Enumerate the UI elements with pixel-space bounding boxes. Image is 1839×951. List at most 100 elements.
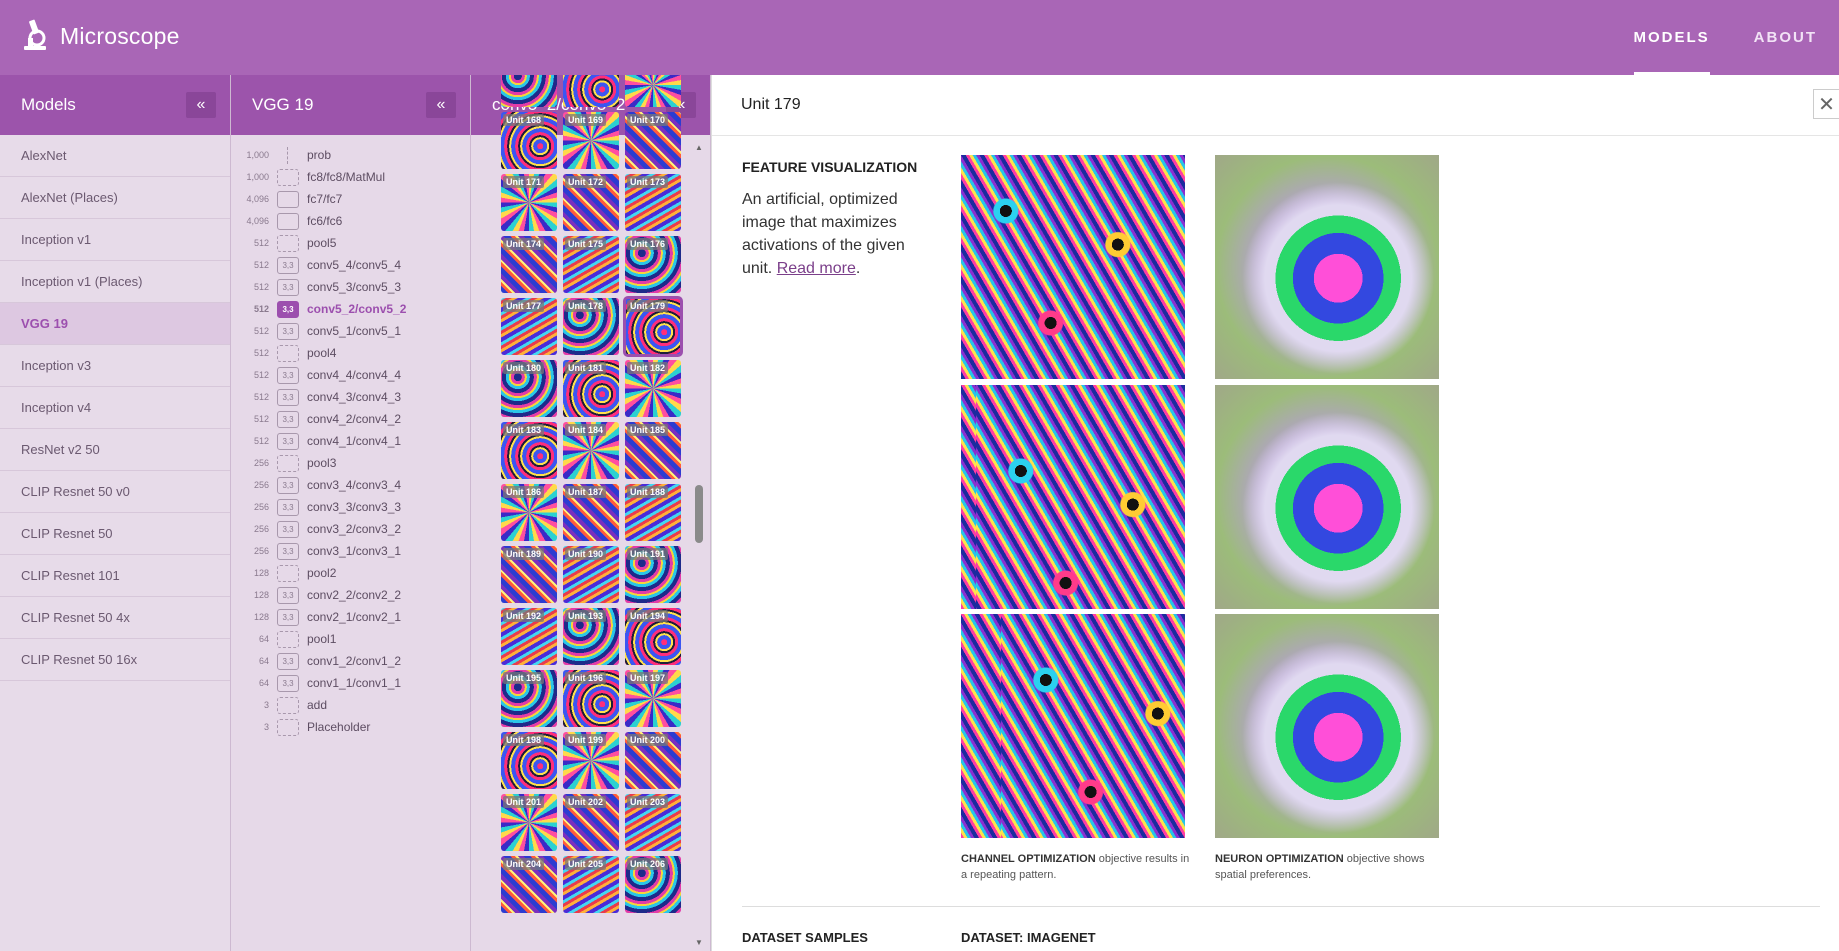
unit-thumbnail[interactable]: Unit 190 [563,546,619,603]
unit-thumbnail[interactable]: Unit 169 [563,112,619,169]
model-item[interactable]: CLIP Resnet 50 16x [0,639,230,681]
unit-thumbnail[interactable]: Unit 174 [501,236,557,293]
layer-row[interactable]: 256 3,3 conv3_3/conv3_3 [231,496,470,518]
layer-row[interactable]: 128 3,3 conv2_2/conv2_2 [231,584,470,606]
unit-thumbnail[interactable]: Unit 198 [501,732,557,789]
layer-row[interactable]: 512 3,3 conv5_2/conv5_2 [231,298,470,320]
scrollbar-thumb[interactable] [695,485,703,543]
unit-thumbnail[interactable]: Unit 170 [625,112,681,169]
layer-kernel-badge [277,146,299,164]
unit-thumbnail[interactable]: Unit 172 [563,174,619,231]
unit-thumbnail[interactable] [563,75,619,107]
unit-thumbnail[interactable]: Unit 187 [563,484,619,541]
close-button[interactable]: ✕ [1813,89,1839,119]
layer-row[interactable]: 4,096 fc6/fc6 [231,210,470,232]
unit-thumbnail[interactable]: Unit 191 [625,546,681,603]
unit-thumbnail[interactable]: Unit 189 [501,546,557,603]
unit-thumbnail[interactable]: Unit 188 [625,484,681,541]
layer-row[interactable]: 64 pool1 [231,628,470,650]
layer-row[interactable]: 64 3,3 conv1_2/conv1_2 [231,650,470,672]
unit-thumbnail[interactable]: Unit 205 [563,856,619,913]
layer-row[interactable]: 64 3,3 conv1_1/conv1_1 [231,672,470,694]
unit-thumbnail[interactable]: Unit 199 [563,732,619,789]
scroll-down-icon[interactable]: ▼ [695,938,703,947]
units-scrollbar[interactable]: ▲ ▼ [695,135,704,951]
layer-row[interactable]: 512 pool5 [231,232,470,254]
layer-row[interactable]: 128 pool2 [231,562,470,584]
unit-thumbnail[interactable]: Unit 178 [563,298,619,355]
model-item[interactable]: Inception v1 (Places) [0,261,230,303]
layer-row[interactable]: 256 3,3 conv3_4/conv3_4 [231,474,470,496]
layer-row[interactable]: 512 pool4 [231,342,470,364]
nav-about[interactable]: ABOUT [1732,0,1839,75]
unit-thumbnail[interactable]: Unit 196 [563,670,619,727]
collapse-layers-button[interactable]: « [426,92,456,118]
model-item[interactable]: AlexNet (Places) [0,177,230,219]
unit-thumbnail[interactable]: Unit 173 [625,174,681,231]
layer-row[interactable]: 512 3,3 conv4_2/conv4_2 [231,408,470,430]
scroll-up-icon[interactable]: ▲ [695,143,703,152]
unit-thumbnail[interactable] [501,75,557,107]
layer-row[interactable]: 512 3,3 conv5_1/conv5_1 [231,320,470,342]
unit-thumbnail[interactable]: Unit 184 [563,422,619,479]
read-more-link[interactable]: Read more [777,260,856,277]
nav-models[interactable]: MODELS [1612,0,1732,75]
model-item[interactable]: VGG 19 [0,303,230,345]
layer-row[interactable]: 512 3,3 conv4_4/conv4_4 [231,364,470,386]
model-item[interactable]: Inception v1 [0,219,230,261]
unit-thumbnail[interactable]: Unit 181 [563,360,619,417]
layer-row[interactable]: 512 3,3 conv5_3/conv5_3 [231,276,470,298]
model-item[interactable]: ResNet v2 50 [0,429,230,471]
model-item[interactable]: CLIP Resnet 50 4x [0,597,230,639]
unit-thumbnail[interactable]: Unit 195 [501,670,557,727]
unit-thumbnail[interactable]: Unit 168 [501,112,557,169]
layer-name: conv5_3/conv5_3 [307,280,402,294]
unit-thumbnail[interactable]: Unit 197 [625,670,681,727]
unit-thumbnail[interactable]: Unit 175 [563,236,619,293]
unit-thumbnail[interactable]: Unit 203 [625,794,681,851]
unit-thumbnail[interactable]: Unit 202 [563,794,619,851]
unit-thumbnail[interactable]: Unit 176 [625,236,681,293]
unit-thumbnail[interactable]: Unit 204 [501,856,557,913]
model-item[interactable]: Inception v3 [0,345,230,387]
unit-thumbnail[interactable]: Unit 185 [625,422,681,479]
model-item[interactable]: AlexNet [0,135,230,177]
model-item[interactable]: CLIP Resnet 50 [0,513,230,555]
unit-thumbnail[interactable]: Unit 177 [501,298,557,355]
layer-row[interactable]: 256 3,3 conv3_2/conv3_2 [231,518,470,540]
unit-thumbnail[interactable]: Unit 192 [501,608,557,665]
layer-row[interactable]: 4,096 fc7/fc7 [231,188,470,210]
unit-thumbnail[interactable]: Unit 182 [625,360,681,417]
unit-thumbnail[interactable] [625,75,681,107]
layer-row[interactable]: 512 3,3 conv4_3/conv4_3 [231,386,470,408]
unit-thumbnail[interactable]: Unit 193 [563,608,619,665]
layer-row[interactable]: 512 3,3 conv5_4/conv5_4 [231,254,470,276]
layer-name: fc6/fc6 [307,214,343,228]
unit-thumbnail[interactable]: Unit 186 [501,484,557,541]
model-item[interactable]: CLIP Resnet 101 [0,555,230,597]
unit-thumbnail[interactable]: Unit 194 [625,608,681,665]
layer-row[interactable]: 1,000 fc8/fc8/MatMul [231,166,470,188]
model-item[interactable]: Inception v4 [0,387,230,429]
layer-kernel-badge: 3,3 [277,586,299,604]
layer-row[interactable]: 3 Placeholder [231,716,470,738]
layer-row[interactable]: 512 3,3 conv4_1/conv4_1 [231,430,470,452]
unit-thumbnail[interactable]: Unit 206 [625,856,681,913]
layer-row[interactable]: 256 3,3 conv3_1/conv3_1 [231,540,470,562]
layer-row[interactable]: 128 3,3 conv2_1/conv2_1 [231,606,470,628]
layer-row[interactable]: 3 add [231,694,470,716]
microscope-icon [24,19,46,50]
model-item[interactable]: CLIP Resnet 50 v0 [0,471,230,513]
layer-row[interactable]: 256 pool3 [231,452,470,474]
unit-thumbnail[interactable]: Unit 201 [501,794,557,851]
unit-thumbnail[interactable]: Unit 183 [501,422,557,479]
unit-label: Unit 203 [627,796,669,808]
unit-thumbnail[interactable]: Unit 200 [625,732,681,789]
layer-row[interactable]: 1,000 prob [231,144,470,166]
layer-kernel-badge [277,344,299,362]
collapse-models-button[interactable]: « [186,92,216,118]
unit-thumbnail[interactable]: Unit 179 [623,296,683,357]
unit-thumbnail[interactable]: Unit 171 [501,174,557,231]
brand[interactable]: Microscope [20,18,180,54]
unit-thumbnail[interactable]: Unit 180 [501,360,557,417]
